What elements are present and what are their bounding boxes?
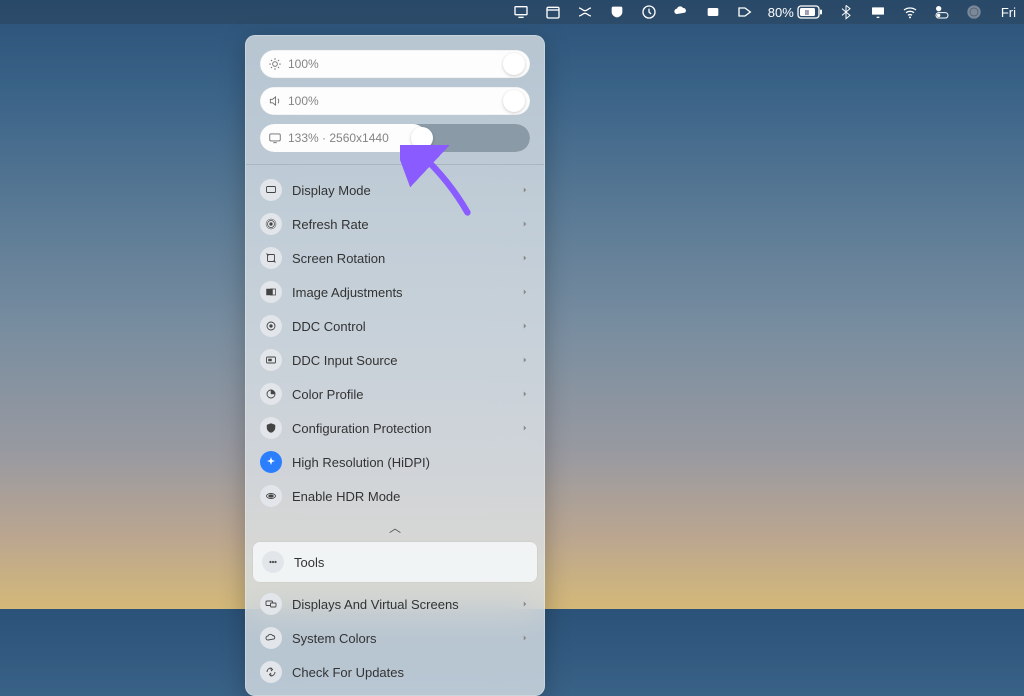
menubar: 80% II Fri xyxy=(0,0,1024,24)
bluetooth-menubar-icon[interactable] xyxy=(837,3,855,21)
volume-slider[interactable]: 100% xyxy=(260,87,530,115)
slider-thumb[interactable] xyxy=(411,127,433,149)
display-menubar-icon[interactable] xyxy=(512,3,530,21)
sync-menubar-icon[interactable] xyxy=(640,3,658,21)
volume-icon xyxy=(260,94,286,108)
display-icon xyxy=(260,131,286,145)
display-control-panel: 100% 100% 133% · 2560x1440 Display Mode xyxy=(245,35,545,696)
menu-item-check-updates[interactable]: Check For Updates xyxy=(253,655,537,689)
rotation-icon xyxy=(260,247,282,269)
svg-text:II: II xyxy=(805,10,809,17)
slider-thumb[interactable] xyxy=(503,53,525,75)
resolution-slider[interactable]: 133% · 2560x1440 xyxy=(260,124,530,152)
menu-item-label: Image Adjustments xyxy=(292,285,520,300)
chevron-right-icon xyxy=(520,183,530,198)
chevron-right-icon xyxy=(520,421,530,436)
tools-label: Tools xyxy=(294,555,324,570)
shield-icon xyxy=(260,417,282,439)
updates-icon xyxy=(260,661,282,683)
calendar-menubar-icon[interactable] xyxy=(544,3,562,21)
chevron-right-icon xyxy=(520,631,530,646)
chevron-right-icon xyxy=(520,217,530,232)
battery-percent-text: 80% xyxy=(768,5,794,20)
slider-group: 100% 100% 133% · 2560x1440 xyxy=(246,36,544,160)
menu-item-ddc-input-source[interactable]: DDC Input Source xyxy=(253,343,537,377)
slider-thumb[interactable] xyxy=(503,90,525,112)
tools-icon xyxy=(262,551,284,573)
tag-menubar-icon[interactable] xyxy=(736,3,754,21)
menu-item-hdr[interactable]: Enable HDR Mode xyxy=(253,479,537,513)
color-profile-icon xyxy=(260,383,282,405)
menu-item-label: System Colors xyxy=(292,631,520,646)
clock-day-text[interactable]: Fri xyxy=(1001,5,1016,20)
app-menubar-icon[interactable] xyxy=(704,3,722,21)
secondary-menu-list: Displays And Virtual Screens System Colo… xyxy=(246,587,544,693)
menu-item-color-profile[interactable]: Color Profile xyxy=(253,377,537,411)
siri-menubar-icon[interactable] xyxy=(965,3,983,21)
menu-item-label: Check For Updates xyxy=(292,665,530,680)
hidpi-icon xyxy=(260,451,282,473)
wifi-menubar-icon[interactable] xyxy=(901,3,919,21)
menu-item-hidpi[interactable]: High Resolution (HiDPI) xyxy=(253,445,537,479)
menu-item-label: Display Mode xyxy=(292,183,520,198)
menu-item-label: Refresh Rate xyxy=(292,217,520,232)
cloud-menubar-icon[interactable] xyxy=(672,3,690,21)
chevron-right-icon xyxy=(520,597,530,612)
menu-item-refresh-rate[interactable]: Refresh Rate xyxy=(253,207,537,241)
chevron-right-icon xyxy=(520,319,530,334)
menu-item-system-colors[interactable]: System Colors xyxy=(253,621,537,655)
main-menu-list: Display Mode Refresh Rate Screen Rotatio… xyxy=(246,169,544,517)
menu-item-label: DDC Control xyxy=(292,319,520,334)
brightness-icon xyxy=(260,57,286,71)
monitor-menubar-icon[interactable] xyxy=(869,3,887,21)
hdr-icon xyxy=(260,485,282,507)
divider xyxy=(246,164,544,165)
menu-item-label: Displays And Virtual Screens xyxy=(292,597,520,612)
menu-item-display-mode[interactable]: Display Mode xyxy=(253,173,537,207)
chevron-right-icon xyxy=(520,353,530,368)
system-colors-icon xyxy=(260,627,282,649)
menu-item-label: Color Profile xyxy=(292,387,520,402)
menu-item-label: High Resolution (HiDPI) xyxy=(292,455,530,470)
ddc-control-icon xyxy=(260,315,282,337)
chevron-right-icon xyxy=(520,251,530,266)
brightness-slider[interactable]: 100% xyxy=(260,50,530,78)
volume-value: 100% xyxy=(288,94,319,108)
vpn-menubar-icon[interactable] xyxy=(608,3,626,21)
display-mode-icon xyxy=(260,179,282,201)
tools-section-header[interactable]: Tools xyxy=(253,542,537,582)
refresh-rate-icon xyxy=(260,213,282,235)
chevron-right-icon xyxy=(520,387,530,402)
adjustments-icon xyxy=(260,281,282,303)
menu-item-label: Screen Rotation xyxy=(292,251,520,266)
menu-item-virtual-screens[interactable]: Displays And Virtual Screens xyxy=(253,587,537,621)
menu-item-label: Enable HDR Mode xyxy=(292,489,530,504)
shuffle-menubar-icon[interactable] xyxy=(576,3,594,21)
menu-item-image-adjustments[interactable]: Image Adjustments xyxy=(253,275,537,309)
menu-item-screen-rotation[interactable]: Screen Rotation xyxy=(253,241,537,275)
menu-item-label: DDC Input Source xyxy=(292,353,520,368)
input-source-icon xyxy=(260,349,282,371)
chevron-right-icon xyxy=(520,285,530,300)
menu-item-label: Configuration Protection xyxy=(292,421,520,436)
menu-item-configuration-protection[interactable]: Configuration Protection xyxy=(253,411,537,445)
resolution-value: 133% · 2560x1440 xyxy=(288,131,389,145)
brightness-value: 100% xyxy=(288,57,319,71)
battery-status[interactable]: 80% II xyxy=(768,5,823,20)
displays-icon xyxy=(260,593,282,615)
menu-item-ddc-control[interactable]: DDC Control xyxy=(253,309,537,343)
control-center-icon[interactable] xyxy=(933,3,951,21)
collapse-indicator-icon[interactable]: ︿ xyxy=(246,517,544,542)
